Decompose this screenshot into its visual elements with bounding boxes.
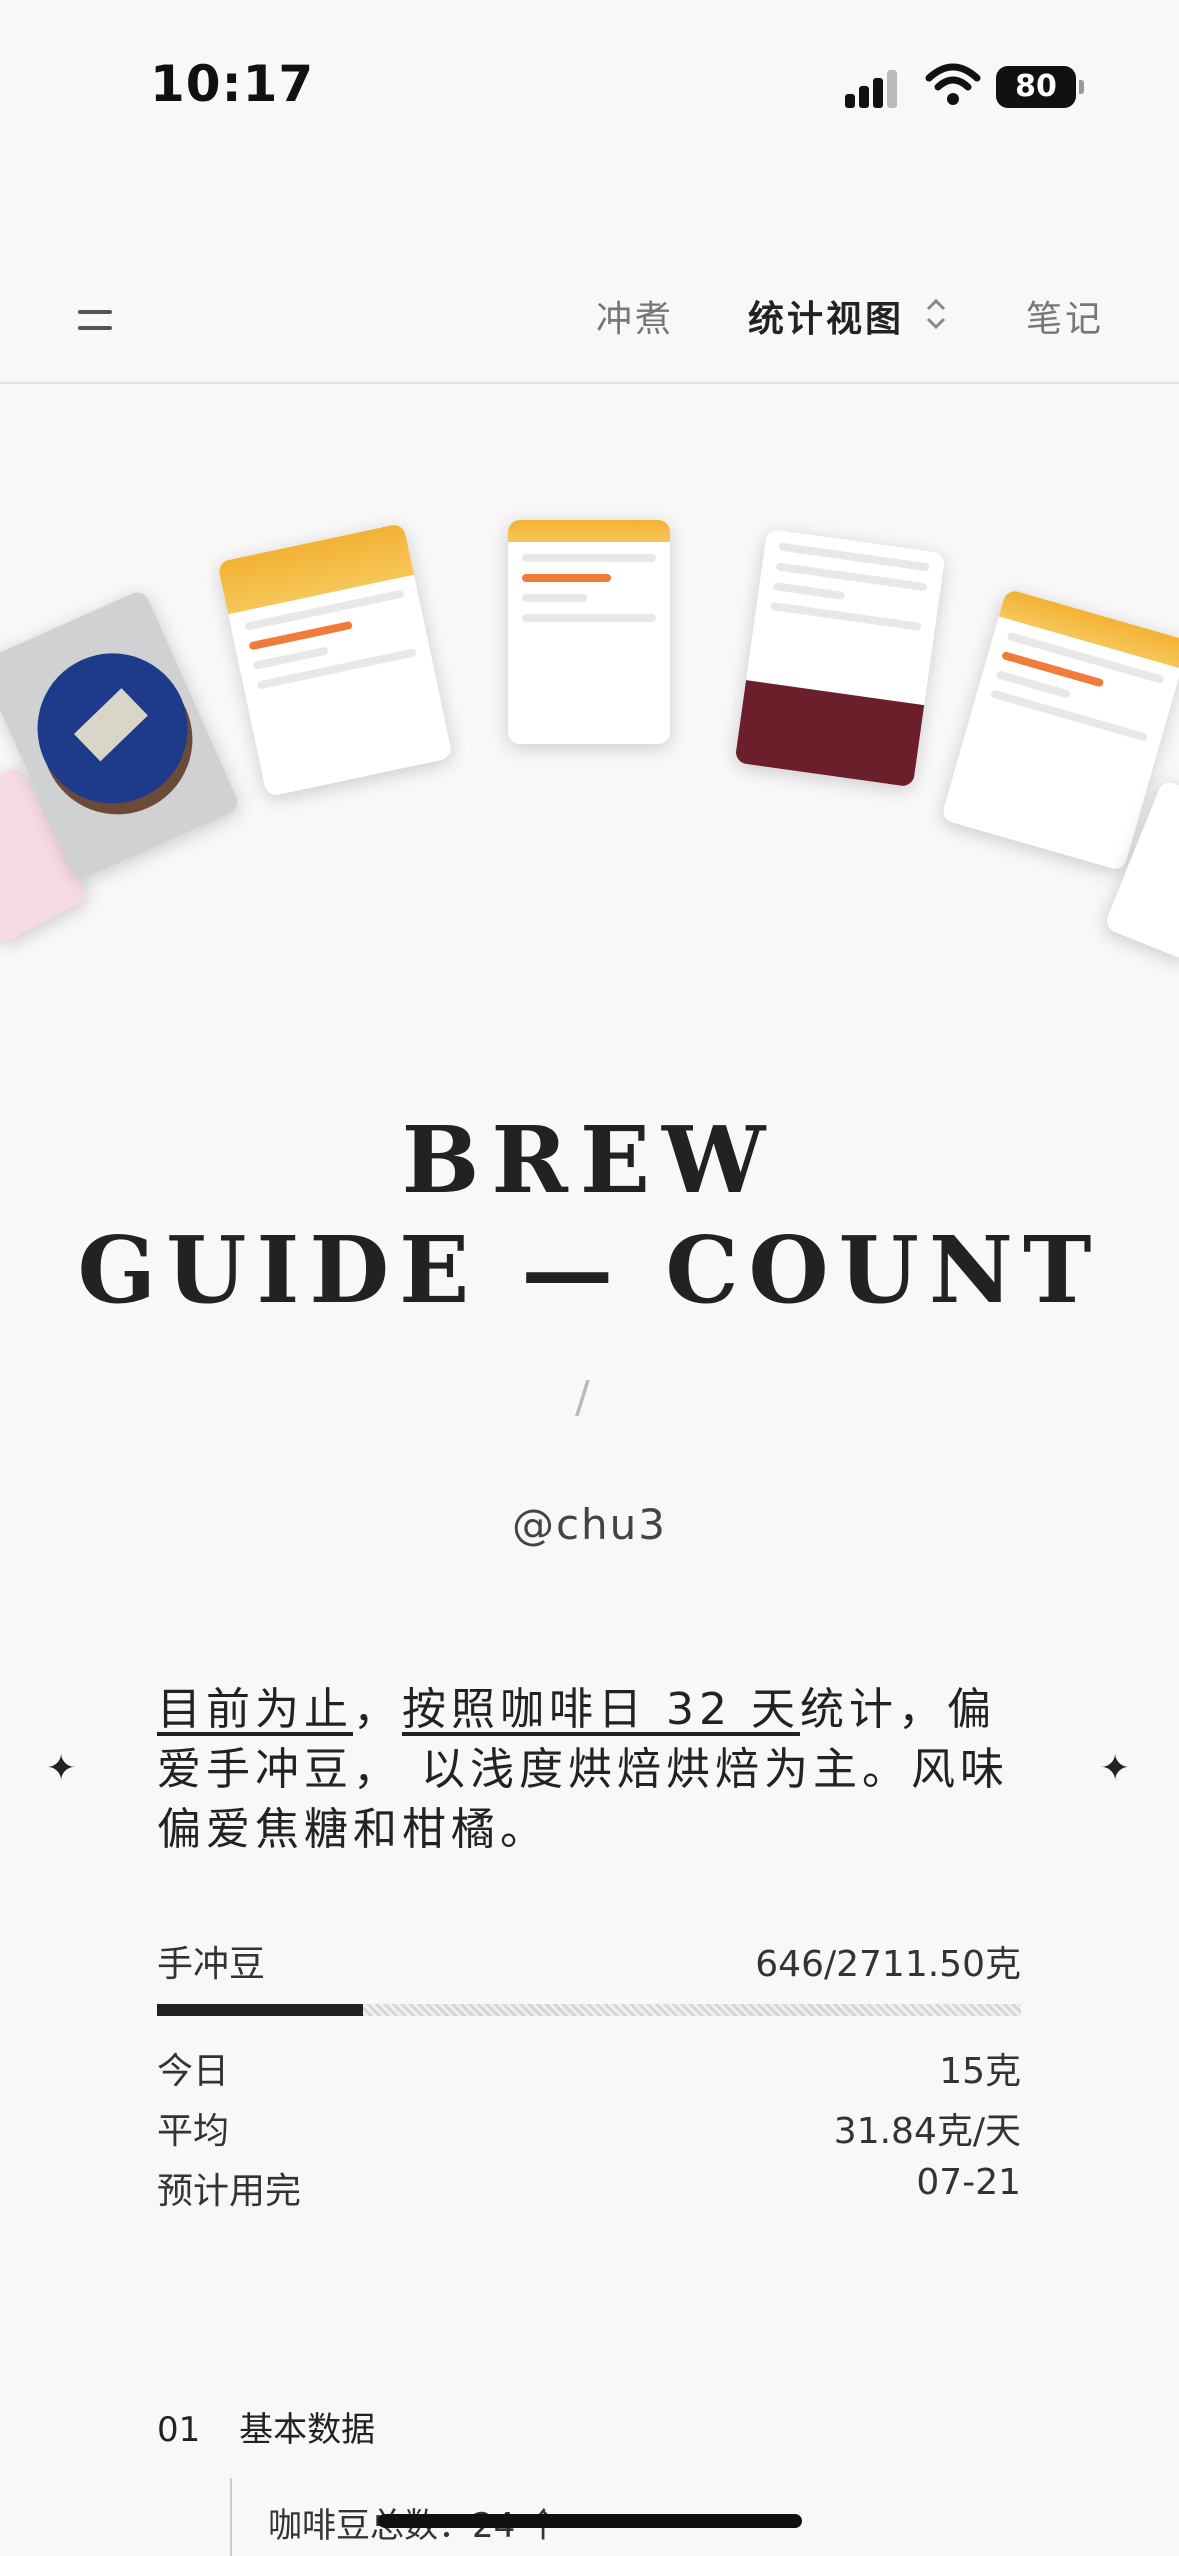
today-row: 今日 15克 <box>157 2042 1021 2094</box>
bean-card-carousel[interactable] <box>0 390 1179 1090</box>
stats-summary: 目前为止，按照咖啡日 32 天统计，偏爱手冲豆， 以浅度烘焙烘焙为主。风味偏爱焦… <box>157 1680 1027 1860</box>
tab-brew[interactable]: 冲煮 <box>596 290 674 342</box>
summary-text: ， <box>353 1684 402 1735</box>
sparkle-icon: ✦ <box>46 1748 77 1789</box>
bean-card-image[interactable] <box>508 520 670 744</box>
home-indicator[interactable] <box>378 2514 802 2528</box>
battery-icon: 80 <box>996 66 1084 108</box>
bean-card-image[interactable] <box>734 528 946 788</box>
section-basic-data: 01 基本数据 <box>157 2402 375 2451</box>
usage-value: 646/2711.50克 <box>755 1944 1021 1985</box>
eta-row: 预计用完 07-21 <box>157 2162 1021 2214</box>
tab-stats-view[interactable]: 统计视图 <box>748 290 904 342</box>
title-line-2: GUIDE — COUNT <box>77 1216 1102 1324</box>
average-row: 平均 31.84克/天 <box>157 2102 1021 2154</box>
status-time: 10:17 <box>150 55 315 113</box>
cellular-signal-icon <box>845 68 905 108</box>
average-label: 平均 <box>157 2111 230 2152</box>
sparkle-icon: ✦ <box>1100 1748 1131 1789</box>
eta-label: 预计用完 <box>157 2171 302 2212</box>
usage-progress-fill <box>157 2004 363 2016</box>
chevron-up-down-icon[interactable] <box>924 294 948 334</box>
usage-label: 手冲豆 <box>157 1944 266 1985</box>
bean-card-image[interactable] <box>217 522 453 798</box>
summary-days-link[interactable]: 按照咖啡日 32 天 <box>402 1684 800 1735</box>
bean-usage-row: 手冲豆 646/2711.50克 <box>157 1935 1021 1987</box>
menu-icon[interactable] <box>78 306 112 334</box>
status-bar: 10:17 80 <box>0 0 1179 170</box>
section-number: 01 <box>157 2410 201 2450</box>
today-label: 今日 <box>157 2051 230 2092</box>
title-separator: / <box>575 1372 590 1423</box>
wifi-icon <box>925 63 981 105</box>
page-title: BREW GUIDE — COUNT <box>0 1105 1179 1325</box>
section-divider <box>230 2478 232 2556</box>
today-value: 15克 <box>939 2051 1021 2092</box>
title-line-1: BREW <box>401 1106 778 1214</box>
user-handle: @chu3 <box>511 1500 668 1549</box>
top-navigation: 冲煮 统计视图 笔记 <box>0 270 1179 384</box>
summary-link[interactable]: 目前为止 <box>157 1684 353 1735</box>
eta-value: 07-21 <box>916 2162 1021 2203</box>
section-title: 基本数据 <box>239 2410 376 2450</box>
average-value: 31.84克/天 <box>833 2111 1021 2152</box>
tab-notes[interactable]: 笔记 <box>1026 290 1104 342</box>
usage-progress-bar <box>157 2004 1021 2016</box>
